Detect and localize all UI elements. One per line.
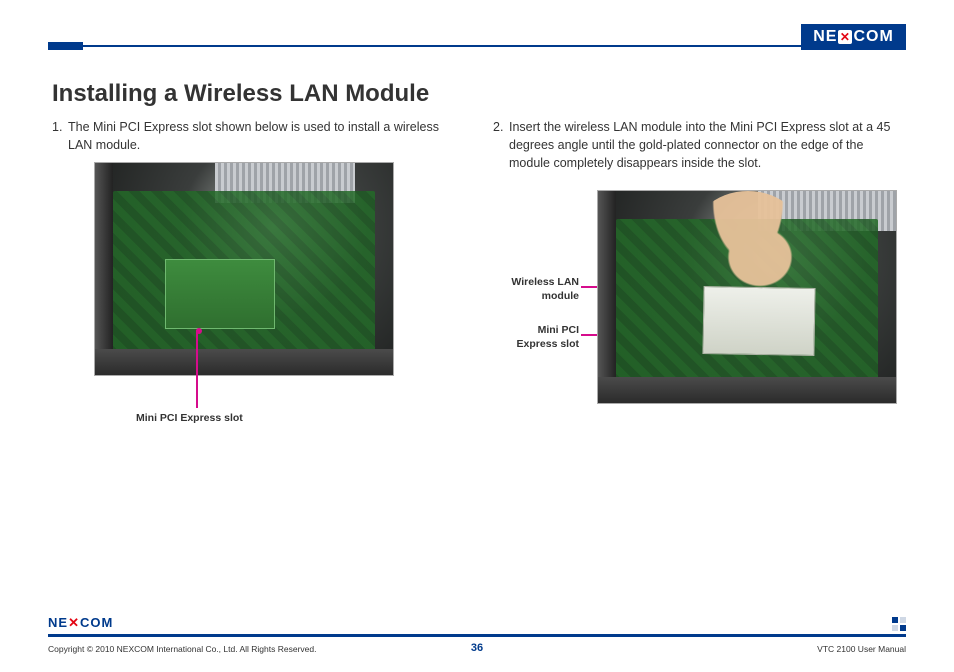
callout-fig2-slot-l2: Express slot xyxy=(517,338,579,350)
square-tr xyxy=(900,617,906,623)
two-column-layout: 1. The Mini PCI Express slot shown below… xyxy=(52,118,902,420)
callout-label-fig1-slot: Mini PCI Express slot xyxy=(136,412,243,425)
figure-2-photo xyxy=(597,190,897,404)
header-accent xyxy=(48,42,83,50)
callout-label-fig2-slot: Mini PCI Express slot xyxy=(483,324,579,350)
step-1-number: 1. xyxy=(52,118,68,154)
mini-pcie-slot-graphic xyxy=(165,259,275,329)
column-left: 1. The Mini PCI Express slot shown below… xyxy=(52,118,461,420)
brand-footer-right: COM xyxy=(80,615,113,630)
chassis-bottom-graphic xyxy=(95,349,393,375)
header-rule xyxy=(48,45,906,47)
brand-text-left: NE xyxy=(813,28,837,46)
step-2-text: Insert the wireless LAN module into the … xyxy=(509,118,902,172)
square-tl xyxy=(892,617,898,623)
square-br xyxy=(900,625,906,631)
square-bl xyxy=(892,625,898,631)
callout-label-fig2-module: Wireless LAN module xyxy=(483,276,579,302)
callout-fig2-module-l2: module xyxy=(542,290,579,302)
page-header: NE✕COM xyxy=(0,16,954,50)
page-number: 36 xyxy=(0,642,954,654)
step-2-number: 2. xyxy=(493,118,509,172)
chassis-edge-graphic xyxy=(95,163,113,375)
brand-footer-x-icon: ✕ xyxy=(68,615,80,630)
chassis-edge-graphic-2 xyxy=(598,191,616,403)
figure-1-photo xyxy=(94,162,394,376)
document-title: VTC 2100 User Manual xyxy=(817,644,906,654)
step-1: 1. The Mini PCI Express slot shown below… xyxy=(52,118,461,154)
column-right: 2. Insert the wireless LAN module into t… xyxy=(493,118,902,420)
callout-fig2-slot-l1: Mini PCI xyxy=(538,324,579,336)
footer-ornament-squares xyxy=(892,617,906,631)
callout-line-fig1 xyxy=(196,330,198,408)
brand-logo-top: NE✕COM xyxy=(801,24,906,50)
figure-2: Wireless LAN module Mini PCI Express slo… xyxy=(493,190,902,420)
figure-1: Mini PCI Express slot xyxy=(94,162,461,376)
step-1-text: The Mini PCI Express slot shown below is… xyxy=(68,118,461,154)
page-content: Installing a Wireless LAN Module 1. The … xyxy=(52,80,902,617)
brand-x-icon: ✕ xyxy=(838,30,852,44)
brand-logo-footer: NE✕COM xyxy=(48,615,113,631)
chassis-bottom-graphic-2 xyxy=(598,377,896,403)
brand-text-right: COM xyxy=(853,28,893,46)
brand-footer-left: NE xyxy=(48,615,68,630)
hand-graphic xyxy=(688,191,808,301)
callout-fig2-module-l1: Wireless LAN xyxy=(511,276,579,288)
step-2: 2. Insert the wireless LAN module into t… xyxy=(493,118,902,172)
section-heading: Installing a Wireless LAN Module xyxy=(52,80,902,108)
footer-rule xyxy=(48,634,906,637)
